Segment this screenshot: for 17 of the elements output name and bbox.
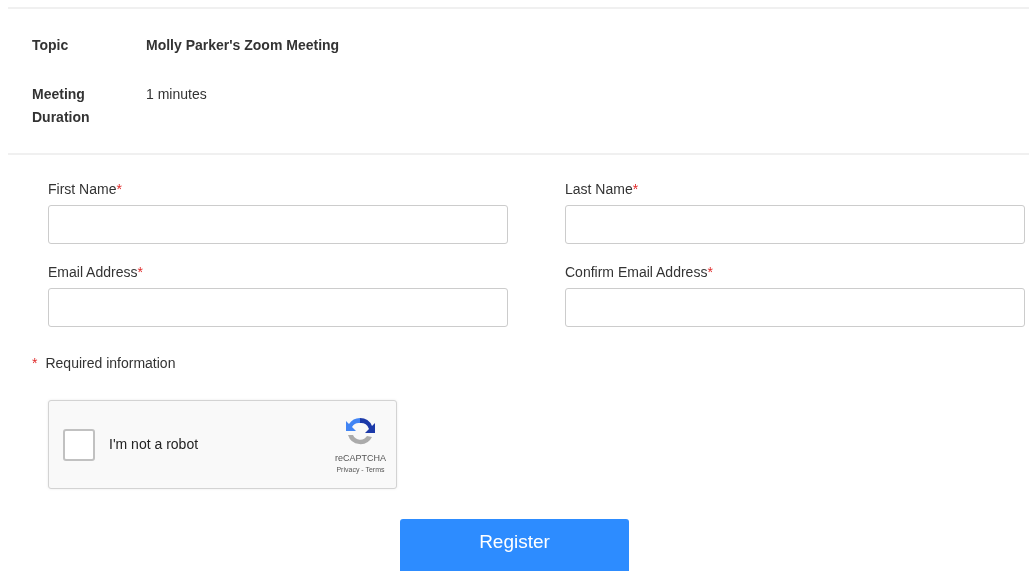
field-label: Last Name* [565,180,640,199]
field-label: First Name* [48,180,123,199]
input-field[interactable] [565,205,1025,244]
detail-value: Molly Parker's Zoom Meeting [146,36,341,55]
detail-label: Meeting Duration [32,85,91,127]
field-label: Confirm Email Address* [565,263,714,282]
checkbox[interactable] [63,428,95,461]
input-field[interactable] [565,288,1025,327]
required-note: Required information [45,355,176,371]
recaptcha-brand: reCAPTCHA [335,451,386,465]
checkbox-label: I'm not a robot [109,435,199,454]
input-field[interactable] [48,288,508,327]
input-field[interactable] [48,205,508,244]
field-label: Email Address* [48,263,144,282]
detail-label: Topic [32,36,70,55]
detail-value: 1 minutes [146,85,208,104]
required-mark: * [32,355,38,371]
